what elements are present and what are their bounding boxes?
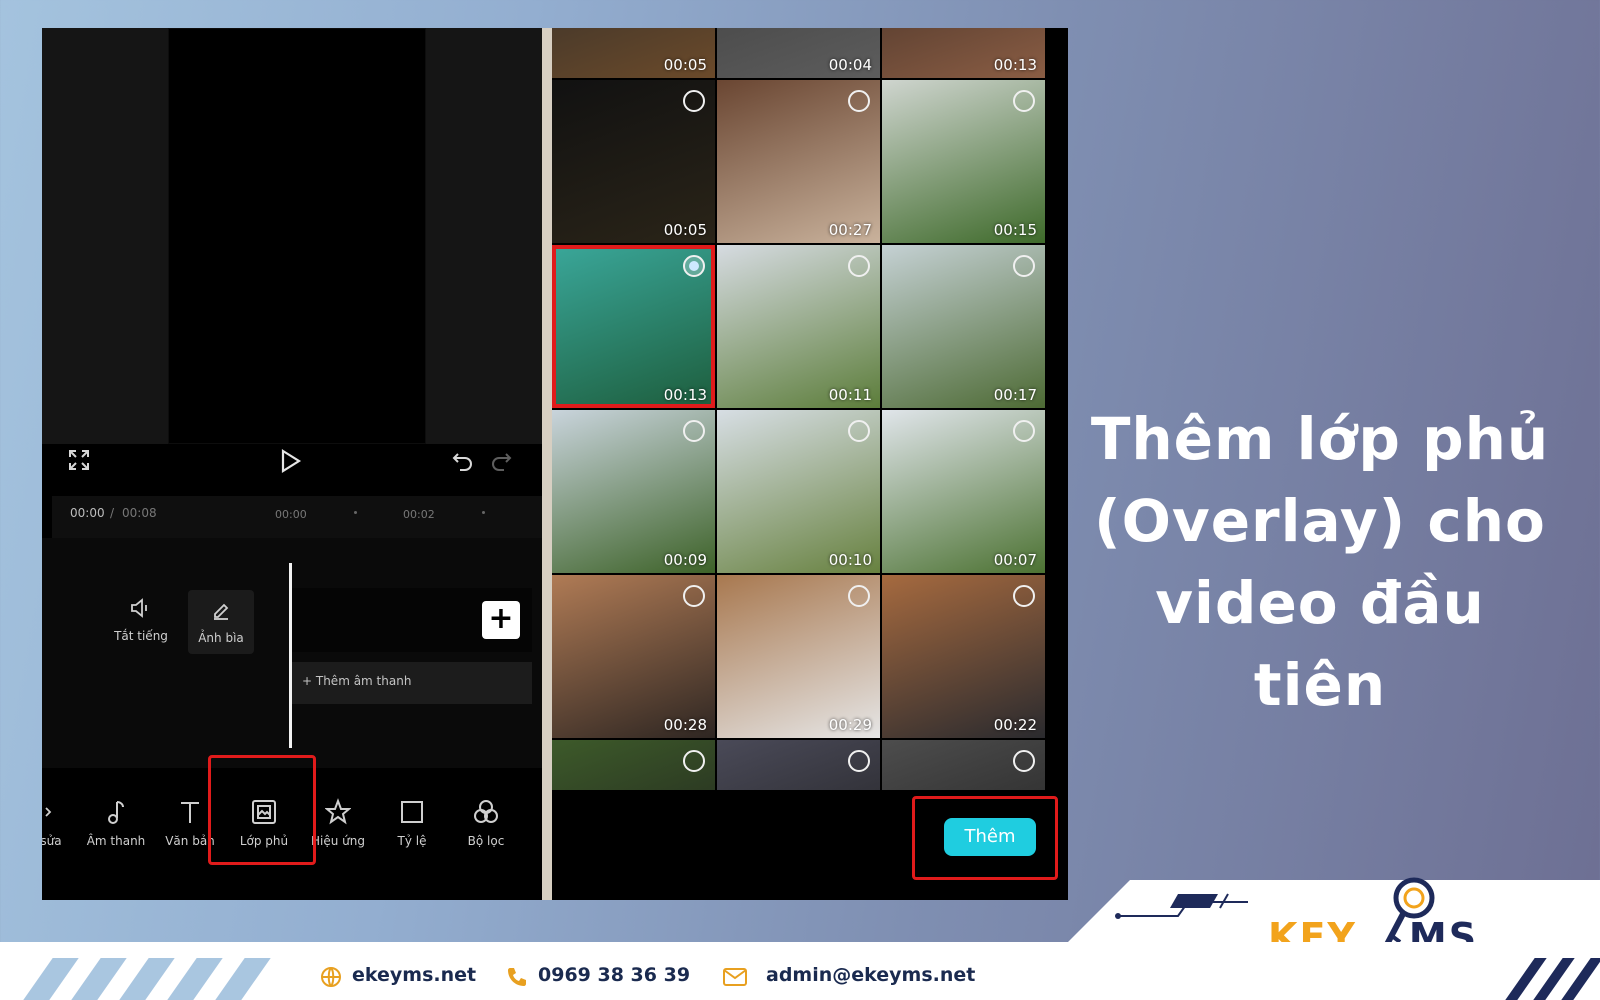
- add-button-highlight: [912, 796, 1058, 880]
- video-preview: [168, 28, 426, 444]
- media-thumbnail[interactable]: 00:11: [717, 245, 880, 408]
- media-thumbnail[interactable]: 00:10: [717, 410, 880, 573]
- tool-label: Âm thanh: [86, 834, 146, 848]
- select-circle-icon[interactable]: [683, 90, 705, 112]
- media-thumbnail[interactable]: 00:15: [882, 80, 1045, 243]
- tool-ratio[interactable]: Tỷ lệ: [375, 798, 449, 848]
- mute-label: Tắt tiếng: [114, 629, 168, 643]
- media-thumbnail[interactable]: 00:05: [552, 28, 715, 78]
- add-clip-button[interactable]: +: [482, 601, 520, 639]
- scissors-icon: [42, 798, 78, 826]
- media-thumbnail[interactable]: 00:05: [552, 80, 715, 243]
- media-thumbnail[interactable]: 00:17: [882, 245, 1045, 408]
- tool-label: Hiệu ứng: [311, 834, 365, 848]
- tool-audio[interactable]: Âm thanh: [79, 798, 153, 848]
- select-circle-icon[interactable]: [1013, 585, 1035, 607]
- thumbnail-duration: 00:11: [828, 386, 872, 404]
- headline-line: video đầu tiên: [1155, 569, 1485, 719]
- ratio-square-icon: [375, 798, 449, 826]
- media-thumbnail[interactable]: 00:13: [882, 28, 1045, 78]
- play-icon[interactable]: [280, 449, 302, 473]
- playhead[interactable]: [289, 563, 292, 748]
- select-circle-icon[interactable]: [848, 90, 870, 112]
- media-thumbnail[interactable]: 00:07: [882, 410, 1045, 573]
- thumbnail-duration: 00:04: [828, 56, 872, 74]
- thumbnail-duration: 00:29: [828, 716, 872, 734]
- thumbnail-duration: 00:15: [993, 221, 1037, 239]
- media-thumbnail[interactable]: 00:22: [882, 575, 1045, 738]
- thumbnail-duration: 00:07: [993, 551, 1037, 569]
- fullscreen-icon[interactable]: [68, 449, 90, 471]
- media-thumbnail[interactable]: 00:29: [717, 575, 880, 738]
- select-circle-icon[interactable]: [1013, 255, 1035, 277]
- filter-icon: [449, 798, 523, 826]
- media-thumbnail[interactable]: 00:09: [552, 410, 715, 573]
- thumbnail-duration: 00:05: [663, 56, 707, 74]
- phone-icon: [506, 966, 528, 988]
- time-separator: /: [110, 506, 115, 520]
- media-thumbnail[interactable]: 00:04: [717, 28, 880, 78]
- headline-line: (Overlay) cho: [1094, 487, 1546, 555]
- mute-button[interactable]: Tắt tiếng: [108, 598, 174, 643]
- thumbnail-duration: 00:13: [993, 56, 1037, 74]
- select-circle-icon[interactable]: [683, 750, 705, 772]
- phone-divider: [542, 28, 552, 900]
- music-note-icon: [79, 798, 153, 826]
- total-time: 00:08: [122, 506, 157, 520]
- globe-icon: [320, 966, 342, 988]
- ruler-dot: [354, 511, 357, 514]
- select-circle-icon[interactable]: [1013, 90, 1035, 112]
- select-circle-icon[interactable]: [848, 585, 870, 607]
- thumbnail-duration: 00:05: [663, 221, 707, 239]
- select-circle-icon[interactable]: [1013, 750, 1035, 772]
- redo-icon[interactable]: [490, 450, 512, 472]
- tool-filter[interactable]: Bộ lọc: [449, 798, 523, 848]
- tool-label: sửa: [42, 834, 62, 848]
- select-circle-icon[interactable]: [848, 255, 870, 277]
- media-thumbnail[interactable]: 00:28: [552, 575, 715, 738]
- tool-label: Bộ lọc: [467, 834, 505, 848]
- current-time: 00:00: [70, 506, 105, 520]
- thumbnail-duration: 00:28: [663, 716, 707, 734]
- select-circle-icon[interactable]: [848, 420, 870, 442]
- selected-thumbnail-highlight: [552, 245, 715, 408]
- media-picker-screen: 00:05 00:04 00:13 00:05 00:27 00:15 00:13 00:11…: [552, 28, 1068, 900]
- ruler-tick-label: 00:00: [275, 508, 307, 521]
- cover-button[interactable]: Ảnh bìa: [188, 600, 254, 645]
- select-circle-icon[interactable]: [1013, 420, 1035, 442]
- pencil-icon: [188, 600, 254, 623]
- overlay-tool-highlight: [208, 755, 316, 865]
- select-circle-icon[interactable]: [683, 420, 705, 442]
- add-audio-label: + Thêm âm thanh: [302, 674, 412, 688]
- undo-icon[interactable]: [452, 450, 474, 472]
- thumbnail-duration: 00:17: [993, 386, 1037, 404]
- thumbnail-duration: 00:10: [828, 551, 872, 569]
- phone-number[interactable]: 0969 38 36 39: [538, 964, 690, 986]
- media-thumbnail[interactable]: 00:27: [717, 80, 880, 243]
- website-link[interactable]: ekeyms.net: [352, 964, 476, 986]
- ruler-dot: [482, 511, 485, 514]
- cover-label: Ảnh bìa: [198, 631, 244, 645]
- email-link[interactable]: admin@ekeyms.net: [766, 964, 975, 986]
- speaker-mute-icon: [108, 598, 174, 621]
- tool-edit[interactable]: sửa: [42, 798, 78, 848]
- thumbnail-duration: 00:22: [993, 716, 1037, 734]
- select-circle-icon[interactable]: [683, 585, 705, 607]
- thumbnail-duration: 00:09: [663, 551, 707, 569]
- select-circle-icon[interactable]: [848, 750, 870, 772]
- headline-line: Thêm lớp phủ: [1090, 405, 1550, 473]
- ruler-tick-label: 00:02: [403, 508, 435, 521]
- headline: Thêm lớp phủ (Overlay) cho video đầu tiê…: [1080, 398, 1560, 726]
- editor-screen: 00:00 / 00:08 00:00 00:02 Tắt tiếng Ảnh …: [42, 28, 542, 900]
- timeline-tracks: [42, 538, 542, 768]
- tool-label: Tỷ lệ: [397, 834, 427, 848]
- mail-icon: [722, 966, 747, 988]
- thumbnail-duration: 00:27: [828, 221, 872, 239]
